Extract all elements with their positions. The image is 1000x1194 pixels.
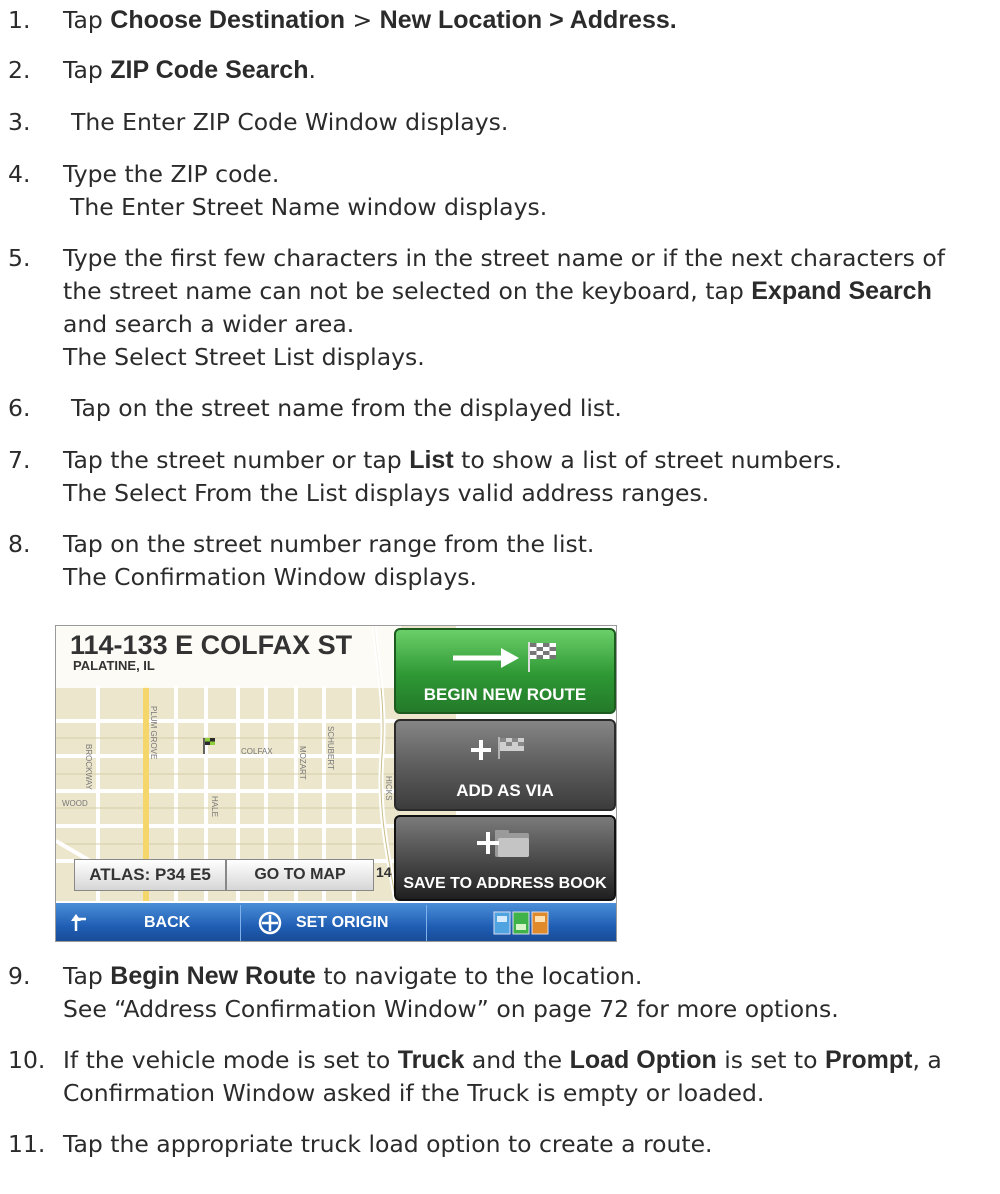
- set-origin-button[interactable]: SET ORIGIN: [242, 905, 427, 941]
- street-label: COLFAX: [241, 747, 273, 756]
- begin-new-route-button[interactable]: BEGIN NEW ROUTE: [394, 628, 616, 714]
- step-number: 5.: [8, 244, 31, 272]
- address-header: 114-133 E COLFAX ST PALATINE, IL: [56, 626, 401, 688]
- set-origin-label: SET ORIGIN: [296, 914, 389, 931]
- step-number: 7.: [8, 446, 31, 474]
- street-label: MOZART: [298, 746, 307, 780]
- step-number: 9.: [8, 962, 31, 990]
- step-text: Type the ZIP code. The Enter Street Name…: [63, 160, 548, 221]
- step-text: Tap ZIP Code Search.: [63, 56, 316, 84]
- add-as-via-button[interactable]: ADD AS VIA: [394, 719, 616, 811]
- step-text: Tap the appropriate truck load option to…: [63, 1130, 713, 1158]
- atlas-reference: ATLAS: P34 E5: [74, 859, 226, 891]
- arrow-flag-icon: [453, 642, 556, 672]
- save-to-address-book-label: SAVE TO ADDRESS BOOK: [403, 875, 607, 892]
- step-number: 8.: [8, 530, 31, 558]
- step-text: The Enter ZIP Code Window displays.: [71, 108, 509, 136]
- back-button[interactable]: BACK: [56, 905, 241, 941]
- applications-icon: [493, 911, 549, 935]
- confirmation-window-screenshot: BROCKWAY PLUM GROVE COLFAX HALE WOOD MOZ…: [55, 625, 617, 942]
- step-text: Tap on the street number range from the …: [63, 530, 595, 591]
- applications-button[interactable]: [428, 905, 616, 941]
- step-number: 4.: [8, 160, 31, 188]
- begin-new-route-label: BEGIN NEW ROUTE: [423, 685, 587, 704]
- street-label: WOOD: [62, 799, 88, 808]
- step-number: 1.: [8, 6, 31, 34]
- step-number: 10.: [8, 1046, 46, 1074]
- crosshair-icon: [258, 911, 282, 935]
- step-text: Tap the street number or tap List to sho…: [63, 446, 843, 507]
- plus-flag-icon: [471, 737, 524, 760]
- street-label: BROCKWAY: [84, 744, 93, 790]
- save-to-address-book-button[interactable]: SAVE TO ADDRESS BOOK: [394, 815, 616, 901]
- back-arrow-icon: [71, 914, 86, 931]
- step-number: 2.: [8, 56, 31, 84]
- map-street-number: 14: [376, 864, 392, 880]
- step-number: 3.: [8, 108, 31, 136]
- back-label: BACK: [144, 914, 191, 931]
- street-label: HALE: [210, 796, 219, 817]
- address-title: 114-133 E COLFAX ST: [70, 630, 353, 660]
- step-text: Tap Begin New Route to navigate to the l…: [63, 962, 839, 1023]
- street-label: PLUM GROVE: [149, 706, 158, 759]
- bottom-toolbar: BACK SET ORIGIN: [56, 903, 616, 941]
- step-text: If the vehicle mode is set to Truck and …: [63, 1046, 942, 1107]
- step-text: Tap Choose Destination > New Location > …: [63, 6, 677, 34]
- step-text: Type the first few characters in the str…: [63, 244, 946, 371]
- step-number: 11.: [8, 1130, 46, 1158]
- go-to-map-button[interactable]: GO TO MAP: [226, 859, 374, 891]
- add-as-via-label: ADD AS VIA: [456, 781, 554, 800]
- street-label: SCHUBERT: [326, 726, 335, 770]
- plus-folder-icon: [477, 830, 529, 857]
- step-text: Tap on the street name from the displaye…: [71, 394, 622, 422]
- street-label: HICKS: [384, 776, 393, 800]
- step-number: 6.: [8, 394, 31, 422]
- address-city: PALATINE, IL: [73, 658, 155, 673]
